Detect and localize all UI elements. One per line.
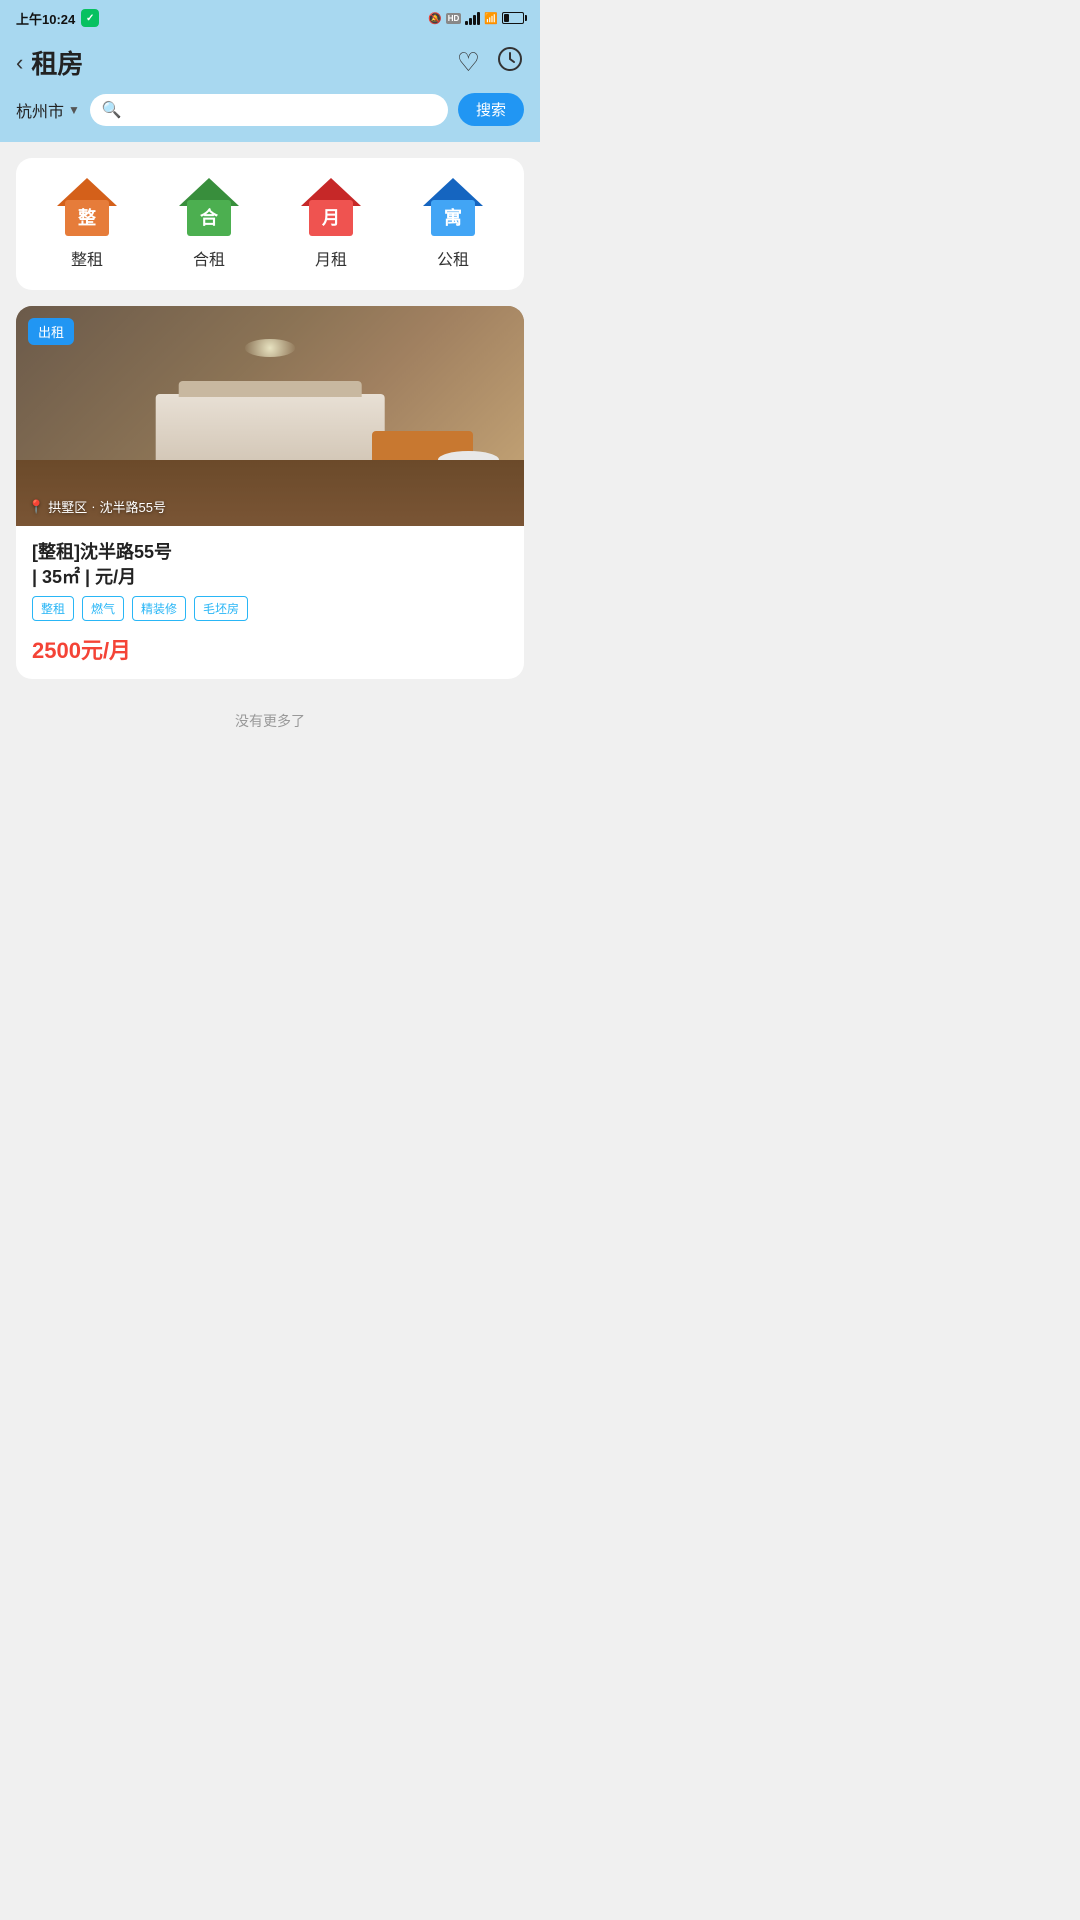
house-char-hezu: 合 [200, 204, 218, 230]
category-section: 整 整租 合 合租 月 月租 寓 公租 [16, 158, 524, 290]
listing-card[interactable]: 出租 📍 拱墅区 · 沈半路55号 [整租]沈半路55号 | 35㎡ | 元/月… [16, 306, 524, 679]
house-char-gongzu: 寓 [444, 204, 462, 230]
listing-tag: 燃气 [82, 596, 124, 621]
wifi-icon: 📶 [484, 12, 498, 25]
page-title: 租房 [31, 44, 83, 81]
bedroom-scene [16, 306, 524, 526]
house-icon-zhengzu: 整 [57, 178, 117, 236]
listing-section: 出租 📍 拱墅区 · 沈半路55号 [整租]沈半路55号 | 35㎡ | 元/月… [0, 306, 540, 679]
search-button[interactable]: 搜索 [458, 93, 524, 126]
search-bar: 🔍 [90, 94, 448, 126]
listing-location: 📍 拱墅区 · 沈半路55号 [28, 497, 166, 516]
house-icon-hezu: 合 [179, 178, 239, 236]
house-icon-gongzu: 寓 [423, 178, 483, 236]
listing-image: 出租 📍 拱墅区 · 沈半路55号 [16, 306, 524, 526]
mute-icon: 🔕 [428, 12, 442, 25]
category-name-yuezu: 月租 [315, 246, 347, 270]
status-bar: 上午10:24 ✓ 🔕 HD 📶 [0, 0, 540, 36]
listing-dot: · [91, 499, 95, 514]
city-label: 杭州市 [16, 98, 64, 122]
history-button[interactable] [496, 45, 524, 80]
listing-price: 2500元/月 [32, 633, 508, 665]
listing-badge: 出租 [28, 318, 74, 345]
status-right: 🔕 HD 📶 [428, 11, 524, 25]
back-button[interactable]: ‹ [16, 50, 23, 76]
listing-title: [整租]沈半路55号 | 35㎡ | 元/月 [32, 540, 508, 590]
category-item-yuezu[interactable]: 月 月租 [301, 178, 361, 270]
house-icon-yuezu: 月 [301, 178, 361, 236]
header-right: ♡ [457, 45, 524, 80]
category-name-hezu: 合租 [193, 246, 225, 270]
listing-tag: 精装修 [132, 596, 186, 621]
listing-tag: 毛坯房 [194, 596, 248, 621]
category-item-zhengzu[interactable]: 整 整租 [57, 178, 117, 270]
search-section: 杭州市 ▼ 🔍 搜索 [0, 93, 540, 142]
hd-badge: HD [446, 13, 462, 24]
signal-icon [465, 11, 480, 25]
category-item-gongzu[interactable]: 寓 公租 [423, 178, 483, 270]
house-char-zhengzu: 整 [78, 204, 96, 230]
search-icon: 🔍 [102, 100, 122, 120]
no-more-label: 没有更多了 [0, 695, 540, 761]
listing-tag: 整租 [32, 596, 74, 621]
category-item-hezu[interactable]: 合 合租 [179, 178, 239, 270]
time-label: 上午10:24 [16, 9, 75, 28]
wechat-icon: ✓ [81, 9, 99, 27]
status-left: 上午10:24 ✓ [16, 9, 99, 28]
header-left: ‹ 租房 [16, 44, 83, 81]
category-name-zhengzu: 整租 [71, 246, 103, 270]
city-selector[interactable]: 杭州市 ▼ [16, 98, 80, 122]
house-char-yuezu: 月 [322, 204, 340, 230]
listing-address: 沈半路55号 [100, 497, 166, 516]
search-input[interactable] [130, 102, 436, 118]
category-name-gongzu: 公租 [437, 246, 469, 270]
header: ‹ 租房 ♡ [0, 36, 540, 93]
listing-district: 拱墅区 [48, 497, 87, 516]
pin-icon: 📍 [28, 499, 44, 515]
listing-tags: 整租燃气精装修毛坯房 [32, 596, 508, 621]
dropdown-arrow-icon: ▼ [68, 103, 80, 117]
listing-info: [整租]沈半路55号 | 35㎡ | 元/月 整租燃气精装修毛坯房 2500元/… [16, 526, 524, 679]
battery-icon [502, 12, 524, 24]
favorite-button[interactable]: ♡ [457, 47, 480, 78]
